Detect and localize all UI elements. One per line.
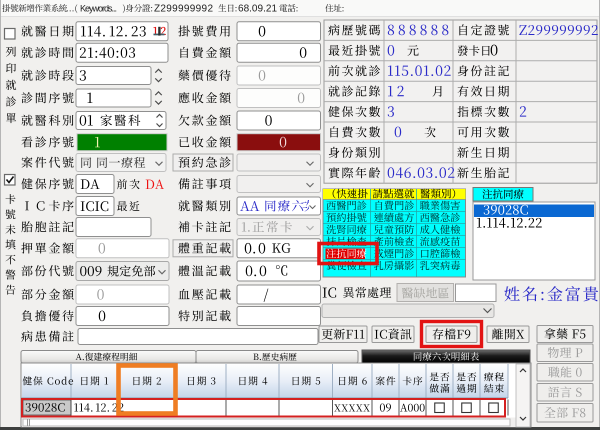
- svg-text:Keywords...: Keywords...: [80, 3, 117, 13]
- svg-text:Z299999992: Z299999992: [154, 3, 213, 14]
- svg-text:68.09.21: 68.09.21: [238, 3, 277, 14]
